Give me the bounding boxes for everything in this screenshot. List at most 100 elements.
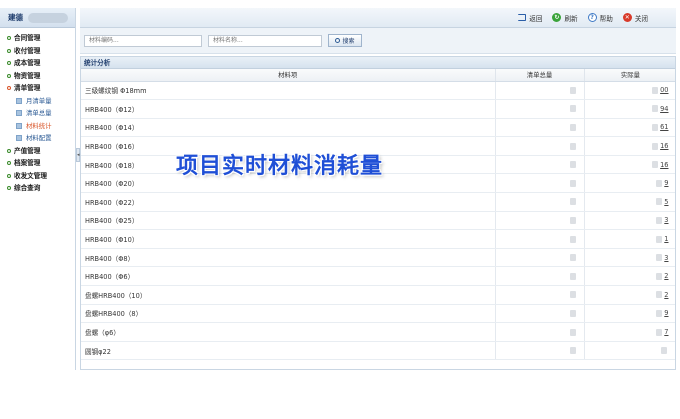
actual-value-tail: 2 [664, 290, 669, 299]
actual-value-tail: 94 [660, 104, 669, 113]
refresh-button[interactable]: ↻ 刷新 [552, 13, 578, 23]
table-row: 盘螺HRB400（8） 9 [81, 304, 675, 324]
actual-value-tail: 16 [660, 142, 669, 151]
redacted-value [569, 291, 576, 299]
search-icon [335, 38, 341, 43]
sidebar-item-label: 综合查询 [14, 184, 41, 192]
search-button-label: 搜索 [342, 38, 355, 45]
cell-material-name: HRB400（Φ12） [81, 99, 496, 119]
table-row: 三级螺纹钢 Φ18mm 00 [81, 81, 675, 101]
redacted-value [569, 254, 576, 262]
redacted-value [569, 309, 576, 317]
redacted-value [656, 272, 663, 280]
cell-bill-total [495, 304, 585, 324]
cell-bill-total [495, 173, 585, 194]
sidebar-item-output[interactable]: 产值管理 [0, 145, 75, 158]
main-area: 返回 ↻刷新 ?帮助 ✕关闭 搜索 统计分析 材料项 清单总量 实际量 三级螺纹… [80, 8, 676, 370]
sidebar-item-label: 产值管理 [14, 146, 41, 155]
stats-panel: 统计分析 材料项 清单总量 实际量 三级螺纹钢 Φ18mm 00 HRB400（Φ1… [80, 56, 676, 370]
redacted-value [569, 123, 576, 131]
sidebar-item-label: 收发文管理 [14, 171, 47, 180]
bullet-icon [7, 48, 11, 53]
table-row: HRB400（Φ14） 61 [81, 118, 675, 138]
help-icon: ? [587, 13, 597, 22]
sidebar-item-payments[interactable]: 收付管理 [0, 45, 75, 58]
sidebar-item-label: 物资管理 [14, 71, 41, 80]
cell-material-name: 圆钢φ22 [81, 341, 496, 361]
redacted-value [569, 272, 576, 280]
sidebar-item-documents[interactable]: 收发文管理 [0, 170, 75, 183]
cell-material-name: HRB400（Φ22） [81, 192, 496, 212]
table-header: 材料项 清单总量 实际量 [81, 69, 675, 82]
cell-bill-total [495, 211, 585, 231]
actual-value-tail: 1 [664, 235, 669, 244]
material-name-input[interactable] [208, 34, 322, 47]
sidebar-subitem-material-stats[interactable]: 材料统计 [0, 120, 75, 133]
page-icon [16, 97, 22, 104]
redacted-value [656, 216, 663, 224]
sidebar-item-contract[interactable]: 合同管理 [0, 32, 75, 45]
cell-bill-total [495, 118, 585, 138]
table-row: HRB400（Φ25） 3 [81, 211, 675, 231]
cell-actual: 3 [584, 248, 675, 268]
redacted-value [652, 123, 659, 131]
table-row: HRB400（Φ10） 1 [81, 229, 675, 249]
sidebar-subitem-monthly-bill[interactable]: 月清单量 [0, 95, 75, 108]
bullet-icon [7, 173, 11, 178]
redacted-value [656, 291, 663, 299]
sidebar-item-label: 档案管理 [14, 159, 41, 167]
page-icon [16, 135, 22, 141]
cell-actual [584, 341, 675, 361]
redacted-value [569, 105, 576, 113]
bullet-icon [7, 73, 11, 78]
sidebar-subitem-label: 月清单量 [26, 96, 52, 105]
redacted-value [656, 309, 663, 317]
back-arrow-icon [518, 14, 527, 21]
cell-bill-total [495, 341, 585, 361]
refresh-icon: ↻ [552, 13, 562, 22]
bullet-icon [7, 36, 11, 40]
cell-actual: 1 [584, 229, 675, 249]
cell-actual: 2 [584, 266, 675, 287]
cell-actual: 00 [584, 81, 675, 101]
cell-bill-total [495, 285, 585, 305]
help-button[interactable]: ? 帮助 [587, 13, 613, 23]
bullet-icon [7, 61, 11, 65]
redacted-value [656, 328, 663, 336]
sidebar-item-query[interactable]: 综合查询 [0, 182, 75, 195]
sidebar-item-label: 合同管理 [14, 34, 41, 42]
cell-bill-total [495, 99, 585, 119]
search-button[interactable]: 搜索 [328, 34, 362, 47]
actual-value-tail: 5 [664, 197, 669, 206]
cell-material-name: 三级螺纹钢 Φ18mm [81, 81, 496, 101]
overlay-caption: 项目实时材料消耗量 [176, 154, 384, 179]
material-code-input[interactable] [84, 34, 202, 47]
page-icon [16, 122, 22, 129]
table-row: 圆钢φ22 [81, 341, 675, 361]
redacted-value [656, 235, 663, 243]
table-row: HRB400（Φ6） 2 [81, 266, 675, 287]
cell-bill-total [495, 229, 585, 249]
sidebar-item-bill[interactable]: 清单管理 [0, 82, 75, 95]
sidebar-item-archive[interactable]: 档案管理 [0, 157, 75, 170]
table-row: HRB400（Φ8） 3 [81, 248, 675, 268]
cell-bill-total [495, 136, 585, 156]
actual-value-tail: 16 [660, 160, 669, 169]
sidebar-item-materials[interactable]: 物资管理 [0, 70, 75, 83]
sidebar-subitem-bill-total[interactable]: 清单总量 [0, 107, 75, 120]
cell-actual: 9 [584, 304, 675, 324]
column-header-bill-total: 清单总量 [495, 69, 585, 82]
back-button[interactable]: 返回 [518, 13, 542, 23]
redacted-value [569, 179, 576, 187]
sidebar-subitem-material-config[interactable]: 材料配置 [0, 132, 75, 145]
close-button[interactable]: ✕ 关闭 [622, 13, 648, 23]
redacted-value [656, 254, 663, 262]
cell-bill-total [495, 266, 585, 287]
redacted-value [569, 161, 576, 169]
table-row: 盘螺（φ6） 7 [81, 322, 675, 342]
sidebar: 建德 合同管理 收付管理 成本管理 物资管理 清单管理 月清单量 清单总量 材料… [0, 8, 76, 370]
cell-actual: 3 [584, 211, 675, 231]
brand-label: 建德 [8, 13, 23, 22]
sidebar-item-cost[interactable]: 成本管理 [0, 57, 75, 70]
cell-actual: 5 [584, 192, 675, 212]
